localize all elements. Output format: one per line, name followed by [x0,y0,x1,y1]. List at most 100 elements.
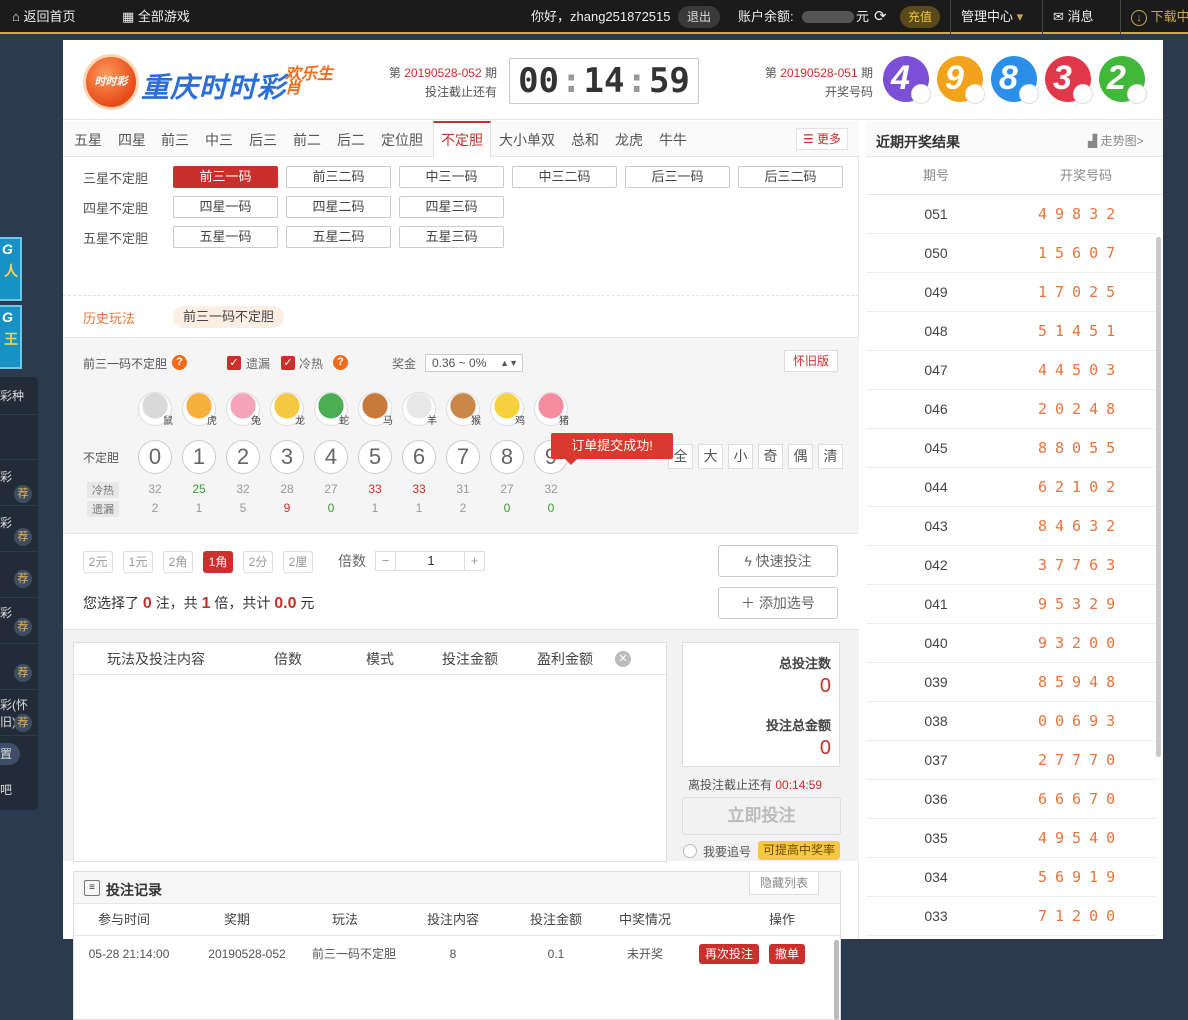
help-icon[interactable]: ? [172,355,187,370]
tab-play[interactable]: 后三 [242,121,284,157]
sidebar-item[interactable]: 荐 [0,644,38,690]
download-link[interactable]: ↓ 下载中 [1120,0,1188,34]
number-ball[interactable]: 3 [270,440,304,474]
sub-play-button[interactable]: 四星一码 [173,196,278,218]
sub-play-button[interactable]: 后三一码 [625,166,730,188]
table-row: 038 00693 [866,702,1156,741]
mode-button[interactable]: 2厘 [283,551,313,573]
multiplier-value[interactable]: 1 [396,552,466,570]
sidebar-ad-2[interactable]: G王 [0,305,22,369]
clear-cart-icon[interactable]: ✕ [615,651,631,667]
tab-play[interactable]: 四星 [111,121,153,157]
sidebar-item[interactable]: 吧 [0,772,38,808]
cancel-bet-button[interactable]: 撤单 [769,944,806,964]
number-ball[interactable]: 5 [358,440,392,474]
tab-play[interactable]: 后二 [330,121,372,157]
sub-play-button[interactable]: 中三一码 [399,166,504,188]
result-issue: 037 [924,752,948,768]
hide-list-button[interactable]: 隐藏列表 [749,871,820,895]
plus-button[interactable]: + [464,552,484,570]
tab-play[interactable]: 中三 [198,121,240,157]
rebet-button[interactable]: 再次投注 [699,944,760,964]
chase-radio[interactable] [683,844,697,858]
tab-play[interactable]: 定位胆 [374,121,430,157]
sub-play-button[interactable]: 前三二码 [286,166,391,188]
bet-deadline: 离投注截止还有 00:14:59 [688,776,822,793]
sub-play-button[interactable]: 四星三码 [399,196,504,218]
hotcold-checkbox[interactable]: ✓ [281,356,295,370]
old-version-button[interactable]: 怀旧版 [784,350,838,372]
tab-play[interactable]: 总和 [564,121,606,157]
sidebar-item[interactable]: 彩荐 [0,506,38,552]
sidebar-ad-1[interactable]: G人 [0,237,22,301]
multiplier-label: 倍数 [338,553,366,569]
tab-play[interactable]: 前二 [286,121,328,157]
records-scrollbar[interactable] [834,940,839,1020]
tab-play[interactable]: 不定胆 [433,121,491,158]
tab-play[interactable]: 五星 [67,121,109,157]
number-ball[interactable]: 1 [182,440,216,474]
add-pick-button[interactable]: ＋ 添加选号 [718,587,838,619]
sub-play-button[interactable]: 五星三码 [399,226,504,248]
number-ball[interactable]: 8 [490,440,524,474]
home-link[interactable]: ⌂ 返回首页 [12,0,76,34]
sub-play-button[interactable]: 五星一码 [173,226,278,248]
mode-button[interactable]: 2元 [83,551,113,573]
sidebar-item-label: 彩 [0,516,13,530]
help-icon[interactable]: ? [333,355,348,370]
sidebar-item[interactable]: 荐 [0,552,38,598]
quick-pick-button[interactable]: 奇 [758,444,783,469]
sidebar-item[interactable]: 彩荐 [0,598,38,644]
number-ball[interactable]: 7 [446,440,480,474]
mode-button[interactable]: 2分 [243,551,273,573]
history-play-badge[interactable]: 前三一码不定胆 [173,306,285,328]
logout-button[interactable]: 退出 [678,6,721,28]
all-games-link[interactable]: ▦ 全部游戏 [122,0,190,34]
timer-seconds: 59 [648,61,690,101]
minus-button[interactable]: − [376,552,396,570]
mode-button[interactable]: 2角 [163,551,193,573]
number-ball[interactable]: 2 [226,440,260,474]
tab-play[interactable]: 大小单双 [492,121,562,157]
mode-button[interactable]: 1角 [203,551,233,573]
tab-play[interactable]: 前三 [154,121,196,157]
number-ball[interactable]: 4 [314,440,348,474]
sidebar-item[interactable]: 彩(怀旧) 荐 [0,690,38,736]
hot-value: 28 [280,482,294,496]
sub-play-button[interactable]: 后三二码 [738,166,843,188]
sidebar-item[interactable]: 彩种 [0,377,38,415]
sidebar-item[interactable]: 彩荐 [0,460,38,506]
quick-bet-button[interactable]: ϟ 快速投注 [718,545,838,577]
recharge-button[interactable]: 充值 [900,6,941,28]
mode-button[interactable]: 1元 [123,551,153,573]
tab-play[interactable]: 牛牛 [652,121,694,157]
zodiac-pet-icon [1073,84,1093,104]
refresh-icon[interactable]: ⟳ [874,0,887,34]
more-button[interactable]: ☰ 更多 [796,128,848,150]
hot-value: 33 [412,482,426,496]
sub-play-button[interactable]: 四星二码 [286,196,391,218]
quick-pick-button[interactable]: 大 [698,444,723,469]
current-issue: 第 20190528-052 期 投注截止还有 [381,64,497,102]
result-numbers: 49540 [1038,829,1124,847]
bet-now-button[interactable]: 立即投注 [682,797,841,835]
prize-select[interactable]: 0.36 ~ 0% ▲▼ [425,354,523,372]
messages-link[interactable]: ✉ 消息 [1042,0,1094,34]
number-ball[interactable]: 6 [402,440,436,474]
sub-play-button[interactable]: 前三一码 [173,166,278,188]
results-scrollbar[interactable] [1156,237,1161,757]
sub-play-button[interactable]: 五星二码 [286,226,391,248]
trend-link[interactable]: ▟ 走势图> [1088,132,1144,149]
sub-play-button[interactable]: 中三二码 [512,166,617,188]
sidebar-item[interactable] [0,415,38,460]
manage-menu[interactable]: 管理中心 ▾ [950,0,1040,34]
issue-number: 20190528-051 [780,66,858,80]
quick-pick-button[interactable]: 偶 [788,444,813,469]
multiplier-stepper[interactable]: − 1 + [375,551,485,571]
quick-pick-button[interactable]: 清 [818,444,843,469]
number-ball[interactable]: 0 [138,440,172,474]
tab-play[interactable]: 龙虎 [608,121,650,157]
quick-pick-button[interactable]: 小 [728,444,753,469]
missing-checkbox[interactable]: ✓ [227,356,241,370]
sidebar-item[interactable]: 置 [0,736,38,772]
